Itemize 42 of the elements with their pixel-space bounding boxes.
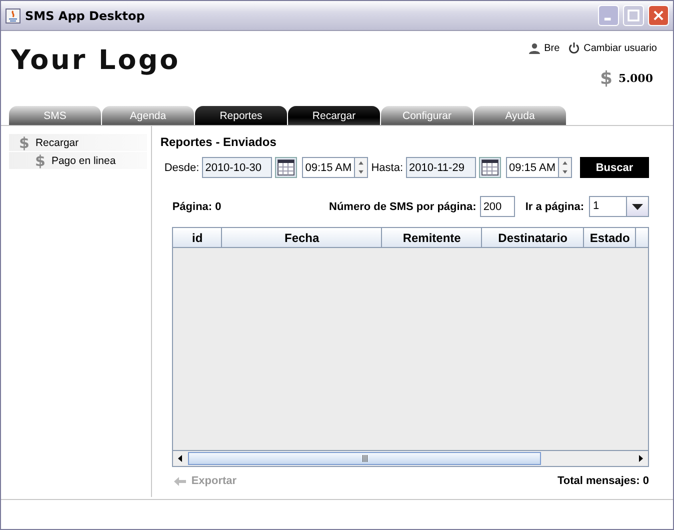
balance-amount: 5.000 [618, 72, 653, 85]
field-label: Número de SMS por página: [329, 200, 476, 212]
currency-symbol: $ [600, 68, 613, 89]
app-icon [5, 8, 21, 24]
dollar-icon: $ [19, 134, 30, 152]
tab[interactable]: Recargar [288, 106, 380, 125]
user-name: Bre [544, 42, 560, 54]
search-button[interactable]: Buscar [580, 157, 649, 178]
column-header[interactable]: Destinatario [482, 228, 584, 247]
field-label: Desde: [164, 162, 200, 174]
column-header[interactable]: id [173, 228, 222, 247]
per-page-field[interactable]: 200 [480, 196, 516, 217]
dollar-icon: $ [35, 152, 46, 170]
grip-icon [362, 455, 368, 462]
page-dropdown[interactable]: 1 [589, 196, 649, 217]
time-spinner[interactable] [559, 157, 572, 178]
date-field[interactable]: 2010-11-29 [406, 157, 476, 178]
time-field[interactable]: 09:15 AM [302, 157, 356, 178]
page-label: Página: 0 [172, 200, 222, 212]
close-button[interactable] [648, 5, 669, 26]
column-header[interactable]: Estado [584, 228, 636, 247]
field-label: Hasta: [371, 162, 403, 174]
window-title: SMS App Desktop [25, 8, 146, 22]
user-icon [529, 42, 540, 54]
sidebar-item[interactable]: $ Pago en linea [9, 152, 148, 169]
total-messages: Total mensajes: 0 [558, 475, 649, 487]
column-header[interactable]: Remitente [382, 228, 482, 247]
horizontal-scrollbar[interactable] [173, 450, 648, 466]
power-icon[interactable] [568, 42, 580, 54]
section-title: Reportes - Enviados [160, 135, 278, 149]
date-field[interactable]: 2010-10-30 [202, 157, 272, 178]
sidebar-item[interactable]: $ Recargar [9, 134, 148, 151]
column-header[interactable]: Fecha [222, 228, 382, 247]
field-label: Ir a página: [525, 200, 584, 212]
switch-user-link[interactable]: Cambiar usuario [584, 42, 657, 54]
time-spinner[interactable] [355, 157, 368, 178]
calendar-button[interactable] [479, 157, 501, 178]
logo-text: Your Logo [11, 45, 180, 76]
calendar-button[interactable] [275, 157, 298, 178]
tab[interactable]: Reportes [195, 106, 287, 125]
arrow-left-icon [174, 476, 186, 486]
time-field[interactable]: 09:15 AM [506, 157, 559, 178]
